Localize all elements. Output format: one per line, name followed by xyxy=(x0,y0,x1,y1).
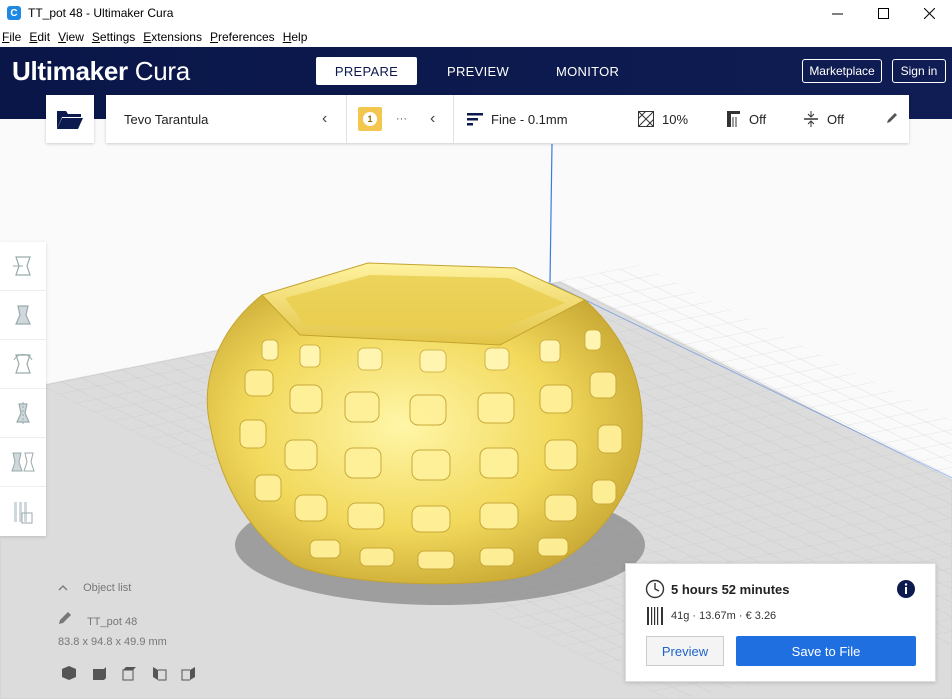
infill-value: 10% xyxy=(662,111,689,127)
menu-view-accel: V xyxy=(58,30,66,44)
logo-bold-text: Ultimaker xyxy=(12,56,128,86)
menu-bar: File Edit View Settings Extensions Prefe… xyxy=(0,27,952,47)
print-profile-selector[interactable]: Fine - 0.1mm xyxy=(467,95,568,143)
menu-edit[interactable]: Edit xyxy=(27,30,52,44)
minimize-icon xyxy=(831,13,843,14)
profile-lines-icon xyxy=(467,112,483,126)
clock-icon xyxy=(645,579,665,602)
mirror-icon xyxy=(16,402,30,424)
support-icon xyxy=(725,110,741,128)
chevron-up-icon xyxy=(58,582,70,594)
menu-help[interactable]: Help xyxy=(281,30,310,44)
window-titlebar: C TT_pot 48 - Ultimaker Cura xyxy=(0,0,952,26)
camera-view-buttons xyxy=(60,664,198,682)
ultimaker-cura-logo: Ultimaker Cura xyxy=(12,56,190,87)
object-list-title: Object list xyxy=(83,582,132,594)
left-view-icon[interactable] xyxy=(150,664,168,682)
window-controls xyxy=(814,0,952,26)
maximize-button[interactable] xyxy=(860,0,906,26)
infill-setting[interactable]: 10% xyxy=(638,95,688,143)
menu-extensions-label: xtensions xyxy=(151,30,202,44)
menu-extensions[interactable]: Extensions xyxy=(141,30,204,44)
printer-name[interactable]: Tevo Tarantula xyxy=(124,112,208,127)
extruder-number: 1 xyxy=(363,112,377,126)
adhesion-setting[interactable]: Off xyxy=(803,95,844,143)
scale-icon xyxy=(15,305,31,325)
menu-preferences[interactable]: Preferences xyxy=(208,30,277,44)
top-view-icon[interactable] xyxy=(120,664,138,682)
support-blocker-icon xyxy=(14,501,33,523)
menu-preferences-accel: P xyxy=(209,30,218,44)
close-button[interactable] xyxy=(906,0,952,26)
menu-settings-label: ettings xyxy=(99,30,136,44)
marketplace-button[interactable]: Marketplace xyxy=(802,59,882,83)
menu-settings[interactable]: Settings xyxy=(90,30,137,44)
save-to-file-button[interactable]: Save to File xyxy=(736,636,916,666)
rotate-tool-button[interactable] xyxy=(0,340,46,389)
support-blocker-button[interactable] xyxy=(0,487,46,536)
move-icon xyxy=(13,256,31,276)
rotate-icon xyxy=(13,353,33,374)
object-dimensions: 83.8 x 94.8 x 49.9 mm xyxy=(58,636,167,648)
tab-prepare[interactable]: PREPARE xyxy=(316,57,417,85)
support-setting[interactable]: Off xyxy=(725,95,766,143)
front-view-icon[interactable] xyxy=(90,664,108,682)
printer-selector-bar: Tevo Tarantula ‹ 1 ··· ‹ Fine - 0.1mm 10… xyxy=(106,95,909,143)
print-estimate-panel: 5 hours 52 minutes 41g · 13.67m · € 3.26… xyxy=(625,563,936,682)
chevron-left-icon[interactable]: ‹ xyxy=(430,110,435,128)
menu-view[interactable]: View xyxy=(56,30,86,44)
scale-tool-button[interactable] xyxy=(0,291,46,340)
cura-app-icon: C xyxy=(7,6,21,20)
print-time: 5 hours 52 minutes xyxy=(671,582,790,597)
menu-view-label: iew xyxy=(65,30,84,44)
menu-edit-label: dit xyxy=(37,30,51,44)
info-icon[interactable] xyxy=(896,579,916,602)
close-icon xyxy=(923,7,935,19)
menu-settings-accel: S xyxy=(91,30,100,44)
adhesion-icon xyxy=(803,111,819,127)
minimize-button[interactable] xyxy=(814,0,860,26)
filament-spool-icon xyxy=(647,607,663,628)
object-list-item[interactable]: TT_pot 48 xyxy=(58,611,137,628)
pencil-icon xyxy=(58,611,72,628)
right-view-icon[interactable] xyxy=(180,664,198,682)
left-toolbar xyxy=(0,242,46,536)
preview-button[interactable]: Preview xyxy=(646,636,724,666)
mirror-tool-button[interactable] xyxy=(0,389,46,438)
stage-tabs: PREPARE PREVIEW MONITOR xyxy=(316,57,619,85)
material-estimate: 41g · 13.67m · € 3.26 xyxy=(671,610,777,622)
tab-monitor[interactable]: MONITOR xyxy=(526,57,619,85)
object-list-toggle[interactable]: Object list xyxy=(58,582,131,594)
menu-file[interactable]: File xyxy=(0,30,23,44)
move-tool-button[interactable] xyxy=(0,242,46,291)
menu-file-label: ile xyxy=(9,30,22,44)
z-axis-line xyxy=(549,143,553,283)
profile-label: Fine - 0.1mm xyxy=(491,111,568,127)
logo-light-text: Cura xyxy=(134,56,190,86)
menu-help-label: elp xyxy=(291,30,308,44)
tab-preview[interactable]: PREVIEW xyxy=(417,57,526,85)
per-model-settings-icon xyxy=(11,452,35,472)
infill-icon xyxy=(638,111,654,127)
window-title: TT_pot 48 - Ultimaker Cura xyxy=(28,6,174,20)
object-name: TT_pot 48 xyxy=(87,616,138,628)
sign-in-button[interactable]: Sign in xyxy=(892,59,946,83)
menu-preferences-label: references xyxy=(217,30,275,44)
maximize-icon xyxy=(877,7,889,19)
per-model-settings-button[interactable] xyxy=(0,438,46,487)
adhesion-value: Off xyxy=(827,111,845,127)
chevron-left-icon[interactable]: ‹ xyxy=(322,110,327,128)
folder-icon xyxy=(57,111,83,129)
extruder-more: ··· xyxy=(396,113,407,125)
edit-pencil-icon[interactable] xyxy=(885,111,899,128)
3d-view-icon[interactable] xyxy=(60,664,78,682)
support-value: Off xyxy=(749,111,767,127)
extruder-badge[interactable]: 1 xyxy=(358,107,382,131)
open-file-button[interactable] xyxy=(46,95,94,143)
